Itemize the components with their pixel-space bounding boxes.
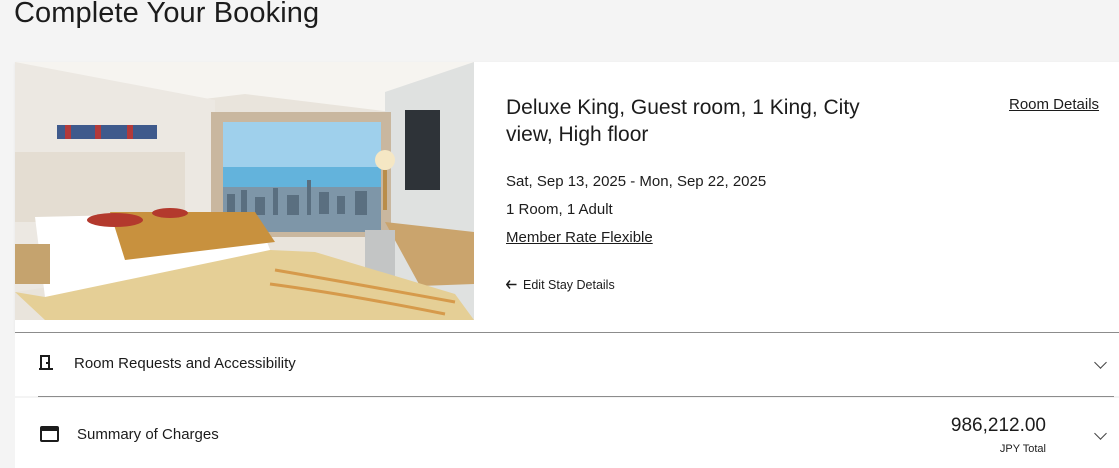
wallet-icon: [40, 426, 59, 447]
edit-stay-details-link[interactable]: Edit Stay Details: [505, 278, 615, 292]
room-requests-label: Room Requests and Accessibility: [74, 355, 296, 372]
summary-of-charges-section[interactable]: Summary of Charges 986,212.00 JPY Total: [15, 398, 1119, 468]
stay-dates: Sat, Sep 13, 2025 - Mon, Sep 22, 2025: [506, 173, 767, 190]
occupancy: 1 Room, 1 Adult: [506, 201, 613, 218]
arrow-left-icon: [505, 279, 517, 291]
edit-stay-label: Edit Stay Details: [523, 278, 615, 292]
door-icon: [39, 355, 53, 376]
room-photo: [15, 62, 474, 320]
total-amount: 986,212.00: [950, 415, 1046, 436]
chevron-down-icon[interactable]: [1094, 427, 1107, 440]
page-title: Complete Your Booking: [14, 0, 320, 29]
room-name: Deluxe King, Guest room, 1 King, City vi…: [506, 96, 860, 146]
room-details-link[interactable]: Room Details: [1009, 96, 1099, 113]
chevron-down-icon[interactable]: [1094, 356, 1107, 369]
summary-of-charges-label: Summary of Charges: [77, 426, 219, 443]
room-requests-section[interactable]: Room Requests and Accessibility: [15, 333, 1119, 396]
room-card: Deluxe King, Guest room, 1 King, City vi…: [15, 62, 1119, 333]
total-currency-label: JPY Total: [999, 443, 1046, 455]
rate-link[interactable]: Member Rate Flexible: [506, 229, 653, 246]
section-divider: [38, 396, 1114, 397]
